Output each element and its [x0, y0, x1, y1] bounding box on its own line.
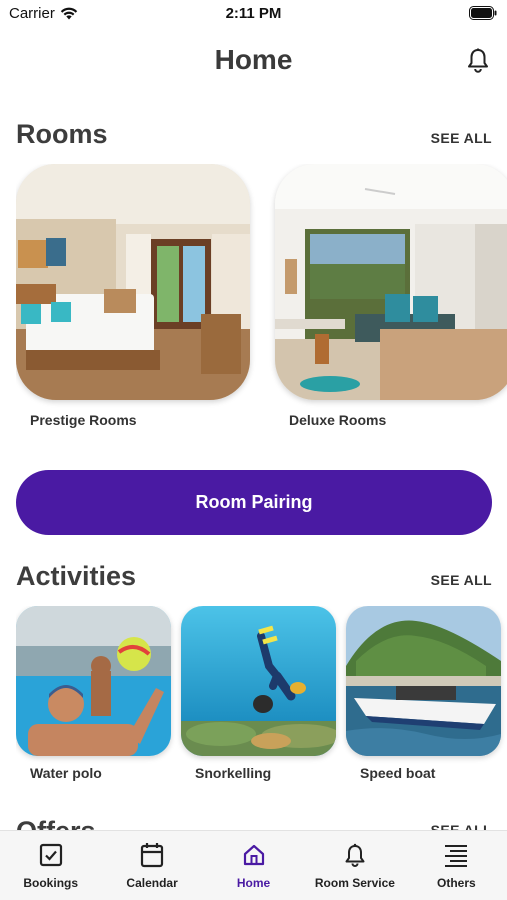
tab-calendar[interactable]: Calendar	[101, 831, 202, 900]
header: Home	[0, 38, 507, 84]
checkbox-icon	[38, 842, 64, 868]
tab-label: Calendar	[126, 876, 178, 890]
menu-lines-icon	[443, 842, 469, 868]
tab-label: Others	[436, 876, 476, 890]
tab-label: Home	[236, 876, 271, 890]
room-card[interactable]: Deluxe Rooms	[275, 164, 507, 434]
activity-card[interactable]: Water polo	[16, 606, 171, 788]
bell-icon	[342, 842, 368, 868]
room-pairing-button[interactable]: Room Pairing	[16, 470, 492, 535]
home-icon	[241, 842, 267, 868]
tab-home[interactable]: Home	[203, 831, 304, 900]
notifications-button[interactable]	[465, 46, 491, 74]
calendar-icon	[139, 842, 165, 868]
rooms-see-all-link[interactable]: SEE ALL	[431, 130, 492, 146]
activity-card-label: Water polo	[30, 765, 102, 781]
page-title: Home	[214, 44, 293, 75]
activities-title: Activities	[16, 561, 137, 591]
rooms-section-header: Rooms SEE ALL	[16, 116, 492, 150]
activity-image	[346, 606, 501, 756]
activity-card-label: Speed boat	[360, 765, 436, 781]
activities-carousel[interactable]: Water polo Snorkelling Speed boat	[16, 606, 507, 788]
room-card-label: Deluxe Rooms	[289, 412, 387, 428]
rooms-carousel[interactable]: Prestige Rooms Deluxe Rooms	[16, 164, 507, 434]
activity-card[interactable]: Speed boat	[346, 606, 501, 788]
tab-label: Room Service	[314, 876, 395, 890]
bell-icon	[468, 47, 488, 73]
tab-room-service[interactable]: Room Service	[304, 831, 405, 900]
activity-card-label: Snorkelling	[195, 765, 272, 781]
activities-see-all-link[interactable]: SEE ALL	[431, 572, 492, 588]
room-card-label: Prestige Rooms	[30, 412, 137, 428]
rooms-title: Rooms	[16, 119, 108, 149]
activity-image	[16, 606, 171, 756]
activity-image	[181, 606, 336, 756]
bottom-tab-bar: Bookings Calendar Home Room Service Othe…	[0, 830, 507, 900]
status-time: 2:11 PM	[225, 5, 282, 22]
room-card[interactable]: Prestige Rooms	[16, 164, 250, 434]
tab-label: Bookings	[23, 876, 79, 890]
activity-card[interactable]: Snorkelling	[181, 606, 336, 788]
room-image	[275, 164, 507, 400]
room-image	[16, 164, 250, 400]
activities-section-header: Activities SEE ALL	[16, 558, 492, 592]
tab-others[interactable]: Others	[406, 831, 507, 900]
status-bar: Carrier 2:11 PM	[0, 0, 507, 30]
battery-icon	[469, 6, 497, 20]
tab-bookings[interactable]: Bookings	[0, 831, 101, 900]
